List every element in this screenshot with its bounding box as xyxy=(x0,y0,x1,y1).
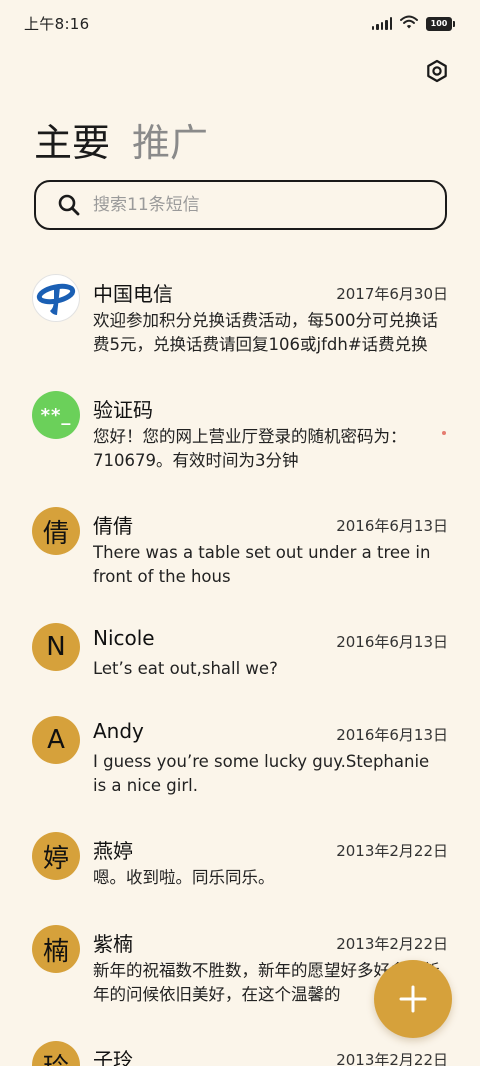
settings-button[interactable] xyxy=(418,52,456,90)
signal-icon xyxy=(371,17,392,30)
tab-promotions[interactable]: 推广 xyxy=(132,112,208,167)
conversation-row[interactable]: **_ 验证码 您好！您的网上营业厅登录的随机密码为：710679。有效时间为3… xyxy=(0,378,480,478)
message-date: 2013年2月22日 xyxy=(336,1051,448,1066)
conversation-row[interactable]: 中国电信 2017年6月30日 欢迎参加积分兑换话费活动，每500分可兑换话费5… xyxy=(0,262,480,362)
avatar: **_ xyxy=(32,391,80,439)
message-date: 2017年6月30日 xyxy=(336,285,448,303)
avatar: 倩 xyxy=(32,507,80,555)
category-tabs: 主要 推广 xyxy=(34,112,208,167)
tab-primary[interactable]: 主要 xyxy=(34,112,110,167)
contact-name: 子玲 xyxy=(93,1048,133,1066)
contact-name: Andy xyxy=(93,719,144,743)
conversation-row[interactable]: 婷 燕婷 2013年2月22日 嗯。收到啦。同乐同乐。 xyxy=(0,819,480,899)
battery-icon: 100 xyxy=(426,16,455,31)
search-icon xyxy=(57,193,81,217)
search-input[interactable] xyxy=(93,195,413,215)
contact-name: 倩倩 xyxy=(93,514,133,538)
avatar: A xyxy=(32,716,80,764)
gear-icon xyxy=(427,59,447,83)
avatar: 玲 xyxy=(32,1041,80,1066)
avatar: 楠 xyxy=(32,925,80,973)
conversation-row[interactable]: A Andy 2016年6月13日 I guess you’re some lu… xyxy=(0,703,480,803)
message-date: 2013年2月22日 xyxy=(336,935,448,953)
avatar: N xyxy=(32,623,80,671)
avatar: 婷 xyxy=(32,832,80,880)
message-preview: 嗯。收到啦。同乐同乐。 xyxy=(93,868,275,887)
conversation-row[interactable]: 倩 倩倩 2016年6月13日 There was a table set ou… xyxy=(0,494,480,594)
status-icons: 100 xyxy=(371,14,455,33)
message-date: 2016年6月13日 xyxy=(336,726,448,744)
message-preview: 您好！您的网上营业厅登录的随机密码为：710679。有效时间为3分钟 xyxy=(93,427,407,470)
china-telecom-logo-icon xyxy=(32,274,80,322)
status-time: 上午8:16 xyxy=(24,15,90,33)
status-bar: 上午8:16 100 xyxy=(0,0,480,46)
unread-dot xyxy=(442,431,446,435)
contact-name: Nicole xyxy=(93,626,155,650)
contact-name: 紫楠 xyxy=(93,932,133,956)
message-preview: I guess you’re some lucky guy.Stephanie … xyxy=(93,752,430,795)
message-preview: 欢迎参加积分兑换话费活动，每500分可兑换话费5元，兑换话费请回复106或jfd… xyxy=(93,311,438,354)
contact-name: 中国电信 xyxy=(93,282,173,306)
conversation-row[interactable]: N Nicole 2016年6月13日 Let’s eat out,shall … xyxy=(0,610,480,690)
search-bar[interactable] xyxy=(34,180,447,230)
message-date: 2016年6月13日 xyxy=(336,633,448,651)
contact-name: 燕婷 xyxy=(93,839,133,863)
message-date: 2016年6月13日 xyxy=(336,517,448,535)
message-preview: There was a table set out under a tree i… xyxy=(93,543,431,586)
wifi-icon xyxy=(400,14,418,33)
message-date: 2013年2月22日 xyxy=(336,842,448,860)
new-message-button[interactable] xyxy=(374,960,452,1038)
plus-icon xyxy=(399,985,427,1013)
message-preview: Let’s eat out,shall we? xyxy=(93,659,278,678)
contact-name: 验证码 xyxy=(93,398,153,422)
